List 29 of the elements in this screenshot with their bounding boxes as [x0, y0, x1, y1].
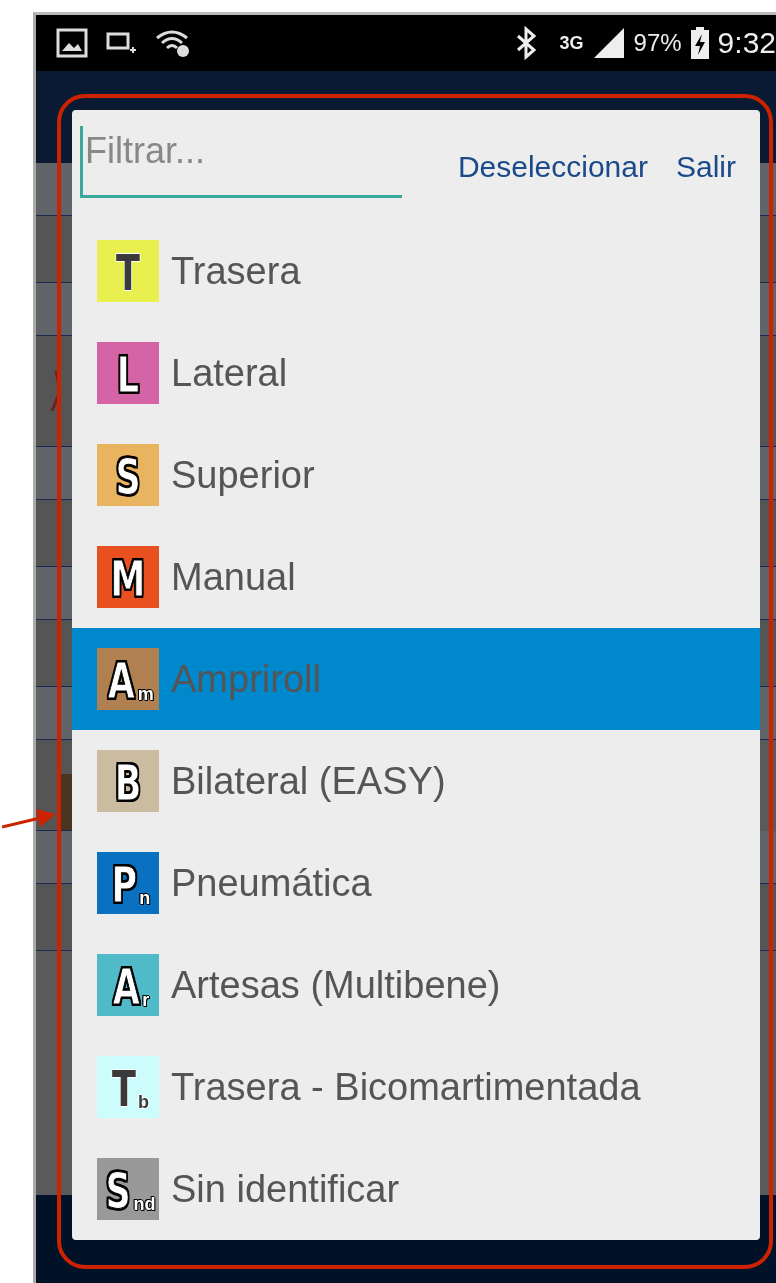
list-item[interactable]: T Trasera: [72, 220, 760, 322]
list-item[interactable]: S nd Sin identificar: [72, 1138, 760, 1240]
wifi-icon: [154, 28, 192, 58]
list-item[interactable]: Tb Trasera - Bicomartimentada: [72, 1036, 760, 1138]
list-item[interactable]: Ar Artesas (Multibene): [72, 934, 760, 1036]
battery-percentage: 97%: [633, 29, 682, 57]
type-badge: A m: [97, 648, 159, 710]
list-item[interactable]: L Lateral: [72, 322, 760, 424]
type-badge: Tb: [97, 1056, 159, 1118]
type-badge: S nd: [97, 1158, 159, 1220]
battery-charging-icon: [689, 27, 710, 59]
type-badge: P n: [97, 852, 159, 914]
dialog-button[interactable]: Deseleccionar: [447, 146, 658, 188]
list-item[interactable]: M Manual: [72, 526, 760, 628]
filter-field[interactable]: Filtrar...: [80, 126, 402, 198]
type-badge: T: [97, 240, 159, 302]
list-item[interactable]: S Superior: [72, 424, 760, 526]
type-badge: L: [97, 342, 159, 404]
network-type: 3G: [559, 32, 584, 54]
type-badge: S: [97, 444, 159, 506]
clock-time: 9:32: [717, 26, 776, 60]
list-item[interactable]: P n Pneumática: [72, 832, 760, 934]
list-item[interactable]: B Bilateral (EASY): [72, 730, 760, 832]
type-badge: B: [97, 750, 159, 812]
dialog-button[interactable]: Salir: [666, 146, 746, 188]
type-badge: Ar: [97, 954, 159, 1016]
type-badge: M: [97, 546, 159, 608]
image-icon: [56, 28, 88, 58]
list-item[interactable]: A m Ampriroll: [72, 628, 760, 730]
